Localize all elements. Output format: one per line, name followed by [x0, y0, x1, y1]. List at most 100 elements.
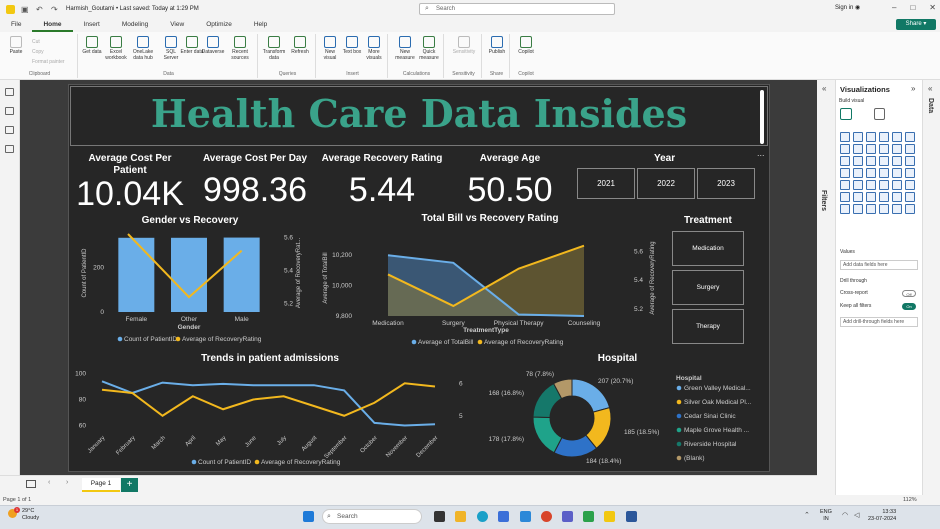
treatment-option-surgery[interactable]: Surgery [672, 270, 744, 305]
keep-filters-toggle[interactable]: On [902, 303, 916, 310]
menu-home[interactable]: Home [32, 18, 73, 32]
sign-in-link[interactable]: Sign in ◉ [835, 4, 860, 11]
visual-type-icon[interactable] [866, 156, 876, 166]
visual-type-icon[interactable] [840, 168, 850, 178]
values-drop-field[interactable]: Add data fields here [840, 260, 918, 270]
visual-type-icon[interactable] [892, 192, 902, 202]
close-icon[interactable]: ✕ [929, 3, 936, 12]
visual-type-icon[interactable] [853, 180, 863, 190]
copy-button[interactable]: Copy [32, 49, 44, 55]
scrollbar[interactable] [760, 90, 764, 144]
undo-icon[interactable]: ↶ [36, 5, 45, 14]
year-option-2022[interactable]: 2022 [637, 168, 695, 199]
tray-chevron-icon[interactable]: ⌃ [804, 511, 810, 519]
expand-data-icon[interactable]: « [928, 84, 932, 93]
visual-type-icon[interactable] [892, 180, 902, 190]
visual-type-icon[interactable] [905, 144, 915, 154]
treatment-option-medication[interactable]: Medication [672, 231, 744, 266]
transform-data-button[interactable]: Transform data [262, 36, 286, 61]
visual-type-icon[interactable] [892, 156, 902, 166]
visual-type-icon[interactable] [905, 168, 915, 178]
visual-type-icon[interactable] [879, 144, 889, 154]
more-visuals-button[interactable]: More visuals [362, 36, 386, 61]
visual-type-icon[interactable] [853, 192, 863, 202]
chrome-icon[interactable] [541, 511, 552, 522]
excel-app-icon[interactable] [583, 511, 594, 522]
dataverse-button[interactable]: Dataverse [201, 36, 225, 56]
new-measure-button[interactable]: New measure [393, 36, 417, 61]
format-visual-icon[interactable] [874, 108, 885, 120]
visual-type-icon[interactable] [866, 132, 876, 142]
drill-through-drop-field[interactable]: Add drill-through fields here [840, 317, 918, 327]
quick-measure-button[interactable]: Quick measure [417, 36, 441, 61]
collapse-icon[interactable]: « [822, 84, 826, 93]
menu-insert[interactable]: Insert [73, 18, 111, 32]
page-tab-page-1[interactable]: Page 1 [82, 478, 120, 492]
model-view-icon[interactable] [5, 126, 14, 134]
menu-view[interactable]: View [159, 18, 195, 32]
network-icon[interactable]: ◠ [842, 511, 848, 519]
visual-type-icon[interactable] [853, 168, 863, 178]
powerbi-app-icon[interactable] [604, 511, 615, 522]
windows-start-icon[interactable] [303, 511, 314, 522]
add-page-button[interactable]: + [121, 478, 138, 492]
build-visual-icon[interactable] [840, 108, 852, 120]
cross-report-toggle[interactable]: Off [902, 290, 916, 297]
visual-type-icon[interactable] [866, 180, 876, 190]
collapse-pane-icon[interactable]: » [911, 84, 915, 93]
dax-query-view-icon[interactable] [5, 145, 14, 153]
report-view-icon[interactable] [5, 88, 14, 96]
excel-workbook-button[interactable]: Excel workbook [104, 36, 128, 61]
redo-icon[interactable]: ↷ [51, 5, 60, 14]
taskbar-search[interactable]: ⌕ Search [322, 509, 422, 524]
menu-optimize[interactable]: Optimize [195, 18, 243, 32]
visual-type-icon[interactable] [905, 180, 915, 190]
get-data-button[interactable]: Get data [80, 36, 104, 56]
file-explorer-icon[interactable] [455, 511, 466, 522]
visual-type-icon[interactable] [866, 204, 876, 214]
report-title-card[interactable]: Health Care Data Insides [70, 86, 768, 146]
data-tab[interactable]: Data [927, 98, 934, 113]
minimize-icon[interactable]: – [892, 3, 896, 12]
zoom-level[interactable]: 112% [903, 495, 917, 505]
visual-type-icon[interactable] [853, 132, 863, 142]
mail-icon[interactable] [520, 511, 531, 522]
visual-type-icon[interactable] [840, 144, 850, 154]
cut-button[interactable]: Cut [32, 39, 40, 45]
text-box-button[interactable]: Text box [340, 36, 364, 56]
save-icon[interactable]: ▣ [21, 5, 30, 14]
copilot-button[interactable]: Copilot [514, 36, 538, 56]
visual-type-icon[interactable] [853, 204, 863, 214]
visual-type-icon[interactable] [840, 132, 850, 142]
global-search-input[interactable]: ⌕ Search [419, 3, 615, 15]
paste-button[interactable]: Paste [4, 36, 28, 56]
visual-type-icon[interactable] [905, 132, 915, 142]
data-pane-collapsed[interactable]: « Data [922, 80, 940, 495]
visual-type-icon[interactable] [892, 144, 902, 154]
year-option-2023[interactable]: 2023 [697, 168, 755, 199]
visual-type-icon[interactable] [892, 132, 902, 142]
visual-type-icon[interactable] [879, 180, 889, 190]
visual-type-icon[interactable] [892, 204, 902, 214]
next-page-icon[interactable]: › [66, 479, 68, 486]
visual-type-icon[interactable] [866, 144, 876, 154]
menu-help[interactable]: Help [243, 18, 278, 32]
sensitivity-button[interactable]: Sensitivity [452, 36, 476, 56]
menu-modeling[interactable]: Modeling [111, 18, 159, 32]
maximize-icon[interactable]: □ [910, 3, 915, 12]
visual-type-icon[interactable] [853, 144, 863, 154]
year-option-2021[interactable]: 2021 [577, 168, 635, 199]
volume-icon[interactable]: ◁ [854, 511, 859, 519]
visual-type-icon[interactable] [892, 168, 902, 178]
filters-tab[interactable]: Filters [820, 190, 827, 211]
refresh-button[interactable]: Refresh [288, 36, 312, 56]
store-icon[interactable] [498, 511, 509, 522]
visual-type-icon[interactable] [879, 132, 889, 142]
filters-pane-collapsed[interactable]: « Filters [817, 80, 836, 495]
table-view-icon[interactable] [5, 107, 14, 115]
visual-type-icon[interactable] [840, 192, 850, 202]
publish-button[interactable]: Publish [485, 36, 509, 56]
document-title[interactable]: Harmish_Goutami • Last saved: Today at 1… [66, 6, 199, 12]
visual-type-icon[interactable] [840, 156, 850, 166]
visual-type-icon[interactable] [853, 156, 863, 166]
